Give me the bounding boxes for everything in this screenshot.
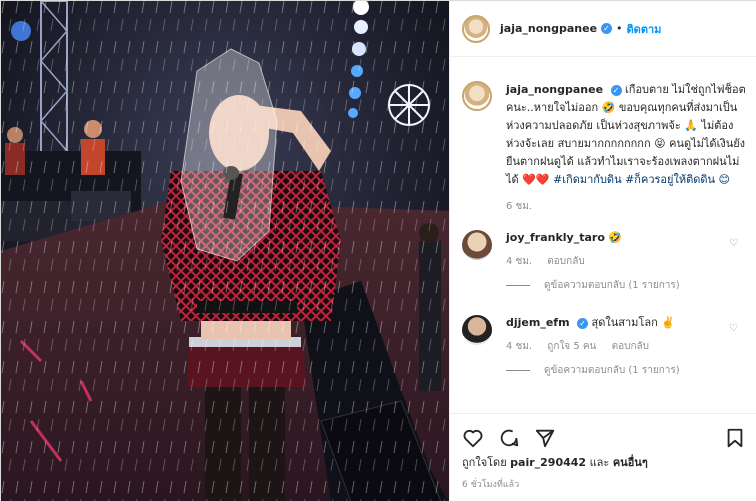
reply-button[interactable]: ตอบกลับ [547, 256, 584, 267]
comment-item: joy_frankly_taro 🤣 4 ชม. ตอบกลับ ♡ [462, 230, 746, 270]
liked-by-line: ถูกใจโดย pair_290442 และ คนอื่นๆ [462, 453, 648, 471]
commenter-avatar[interactable] [462, 230, 492, 260]
concert-rain-photo [1, 1, 449, 501]
post-time-ago[interactable]: 6 ชั่วโมงที่แล้ว [462, 477, 519, 491]
comment-body: djjem_efm ✓ สุดในสามโลก ✌️ 4 ชม. ถูกใจ 5… [506, 315, 726, 355]
post-header: jaja_nongpanee ✓ • ติดตาม [450, 1, 756, 57]
author-username[interactable]: jaja_nongpanee [500, 22, 597, 35]
comment-item: djjem_efm ✓ สุดในสามโลก ✌️ 4 ชม. ถูกใจ 5… [462, 315, 746, 355]
comment-body: joy_frankly_taro 🤣 4 ชม. ตอบกลับ [506, 230, 726, 270]
commenter-username[interactable]: djjem_efm [506, 316, 570, 329]
instagram-post: jaja_nongpanee ✓ • ติดตาม jaja_nongpanee… [0, 0, 756, 501]
heart-icon[interactable] [462, 427, 484, 449]
post-caption: jaja_nongpanee ✓ เกือบตาย ไม่ใช่ถูกไฟช็อ… [462, 81, 746, 189]
replies-divider-line [506, 285, 530, 286]
share-icon[interactable] [534, 427, 556, 449]
caption-hashtags[interactable]: #เกิดมากับดิน #ก็ควรอยู่ให้ติดดิน 😊 [553, 173, 730, 186]
view-replies-link[interactable]: ดูข้อความตอบกลับ (1 รายการ) [506, 278, 746, 293]
commenter-username[interactable]: joy_frankly_taro [506, 231, 605, 244]
post-timestamp: 6 ชม. [506, 201, 533, 212]
replies-divider-line [506, 370, 530, 371]
comments-section: jaja_nongpanee ✓ เกือบตาย ไม่ใช่ถูกไฟช็อ… [450, 57, 756, 409]
liked-by-prefix: ถูกใจโดย [462, 456, 507, 469]
bookmark-icon[interactable] [724, 427, 746, 449]
view-replies-label: ดูข้อความตอบกลับ (1 รายการ) [544, 365, 680, 376]
comment-meta: 4 ชม. ถูกใจ 5 คน ตอบกลับ [506, 339, 726, 355]
separator-dot: • [616, 22, 623, 35]
post-photo[interactable] [1, 1, 449, 501]
comment-age[interactable]: 4 ชม. [506, 341, 532, 352]
comment-icon[interactable] [498, 427, 520, 449]
liked-by-user[interactable]: pair_290442 [510, 456, 586, 469]
verified-badge-icon: ✓ [601, 23, 613, 34]
heart-icon[interactable]: ♡ [729, 323, 738, 334]
comment-likes[interactable]: ถูกใจ 5 คน [547, 341, 596, 352]
caption-username[interactable]: jaja_nongpanee [506, 83, 603, 96]
author-avatar[interactable] [462, 14, 490, 43]
verified-badge-icon: ✓ [577, 317, 589, 329]
commenter-avatar[interactable] [462, 315, 492, 345]
caption-author-avatar[interactable] [462, 81, 492, 111]
action-bar [450, 413, 756, 453]
caption-body: เกือบตาย ไม่ใช่ถูกไฟช็อตคนะ..หายใจไม่ออก… [506, 83, 746, 186]
comment-meta: 4 ชม. ตอบกลับ [506, 254, 726, 270]
caption-text-block: jaja_nongpanee ✓ เกือบตาย ไม่ใช่ถูกไฟช็อ… [506, 81, 746, 189]
follow-button[interactable]: ติดตาม [627, 20, 662, 38]
comment-text: 🤣 [608, 231, 623, 244]
view-replies-link[interactable]: ดูข้อความตอบกลับ (1 รายการ) [506, 363, 746, 378]
liked-by-and: และ [589, 456, 610, 469]
liked-by-others[interactable]: คนอื่นๆ [613, 456, 648, 469]
comment-text: สุดในสามโลก ✌️ [591, 316, 675, 329]
view-replies-label: ดูข้อความตอบกลับ (1 รายการ) [544, 280, 680, 291]
comment-age[interactable]: 4 ชม. [506, 256, 532, 267]
heart-icon[interactable]: ♡ [729, 238, 738, 249]
verified-badge-icon: ✓ [610, 84, 622, 96]
post-sidebar: jaja_nongpanee ✓ • ติดตาม jaja_nongpanee… [449, 1, 756, 501]
reply-button[interactable]: ตอบกลับ [612, 341, 649, 352]
